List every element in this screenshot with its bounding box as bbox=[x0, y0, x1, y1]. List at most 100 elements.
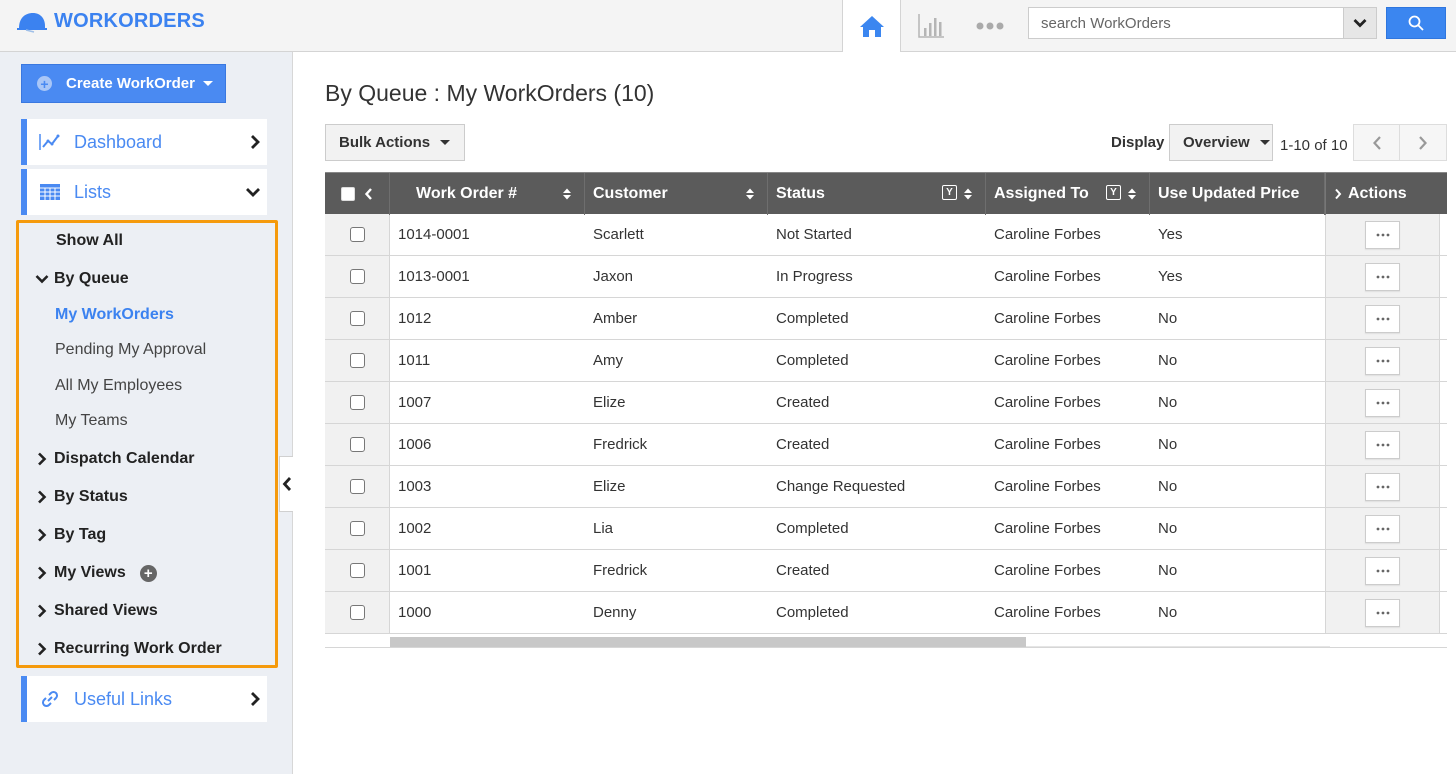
sort-icon[interactable] bbox=[745, 187, 755, 201]
sidebar-item-dashboard[interactable]: Dashboard bbox=[21, 119, 267, 165]
bulk-actions-button[interactable]: Bulk Actions bbox=[325, 124, 465, 161]
filter-icon[interactable]: Y bbox=[942, 185, 957, 200]
cell-work-order[interactable]: 1012 bbox=[390, 298, 585, 339]
sidebar-item-lists[interactable]: Lists bbox=[21, 169, 267, 215]
table-row[interactable]: 1000 Denny Completed Caroline Forbes No bbox=[325, 592, 1447, 634]
chevron-down-icon bbox=[35, 274, 49, 284]
row-actions-button[interactable] bbox=[1365, 514, 1400, 543]
top-bar: WORKORDERS bbox=[0, 0, 1456, 52]
cell-work-order[interactable]: 1007 bbox=[390, 382, 585, 423]
sort-icon[interactable] bbox=[963, 187, 973, 201]
tab-home[interactable] bbox=[842, 0, 901, 52]
column-header-actions[interactable]: Actions bbox=[1325, 173, 1440, 215]
row-checkbox[interactable] bbox=[349, 521, 365, 536]
table-row[interactable]: 1006 Fredrick Created Caroline Forbes No bbox=[325, 424, 1447, 466]
row-checkbox[interactable] bbox=[349, 269, 365, 284]
use-updated-price-value: No bbox=[1158, 520, 1178, 537]
row-actions-button[interactable] bbox=[1365, 346, 1400, 375]
prev-page-button[interactable] bbox=[1353, 124, 1400, 161]
row-checkbox[interactable] bbox=[349, 311, 365, 326]
cell-work-order[interactable]: 1013-0001 bbox=[390, 256, 585, 297]
table-row[interactable]: 1012 Amber Completed Caroline Forbes No bbox=[325, 298, 1447, 340]
create-workorder-button[interactable]: + Create WorkOrder bbox=[21, 64, 226, 103]
cell-work-order[interactable]: 1006 bbox=[390, 424, 585, 465]
customer-name: Fredrick bbox=[593, 562, 648, 579]
chevron-left-icon[interactable] bbox=[364, 187, 373, 201]
sidebar-collapse-button[interactable] bbox=[279, 456, 293, 512]
row-actions-button[interactable] bbox=[1365, 304, 1400, 333]
list-by-queue[interactable]: By Queue bbox=[35, 270, 129, 288]
row-checkbox[interactable] bbox=[349, 353, 365, 368]
select-all-checkbox[interactable] bbox=[341, 187, 355, 201]
list-group-label: By Status bbox=[54, 488, 128, 505]
column-header-customer[interactable]: Customer bbox=[585, 173, 768, 215]
row-checkbox[interactable] bbox=[349, 395, 365, 410]
search-input[interactable] bbox=[1028, 7, 1343, 39]
table-row[interactable]: 1014-0001 Scarlett Not Started Caroline … bbox=[325, 214, 1447, 256]
row-checkbox[interactable] bbox=[349, 563, 365, 578]
cell-work-order[interactable]: 1014-0001 bbox=[390, 214, 585, 255]
search-button[interactable] bbox=[1386, 7, 1446, 39]
chevron-right-icon[interactable] bbox=[1334, 188, 1342, 200]
row-actions-button[interactable] bbox=[1365, 556, 1400, 585]
row-checkbox[interactable] bbox=[349, 227, 365, 242]
tab-reports[interactable] bbox=[901, 0, 960, 51]
column-header-assigned-to[interactable]: Assigned To Y bbox=[986, 173, 1150, 215]
table-row[interactable]: 1007 Elize Created Caroline Forbes No bbox=[325, 382, 1447, 424]
list-my-workorders[interactable]: My WorkOrders bbox=[55, 306, 174, 324]
table-row[interactable]: 1011 Amy Completed Caroline Forbes No bbox=[325, 340, 1447, 382]
filter-icon[interactable]: Y bbox=[1106, 185, 1121, 200]
row-actions-button[interactable] bbox=[1365, 430, 1400, 459]
row-checkbox[interactable] bbox=[349, 605, 365, 620]
display-mode-dropdown[interactable]: Overview bbox=[1169, 124, 1273, 161]
column-header-status[interactable]: Status Y bbox=[768, 173, 986, 215]
table-row[interactable]: 1003 Elize Change Requested Caroline For… bbox=[325, 466, 1447, 508]
sort-icon[interactable] bbox=[1127, 187, 1137, 201]
list-show-all[interactable]: Show All bbox=[56, 232, 123, 250]
column-label: Assigned To bbox=[994, 185, 1089, 202]
column-header-use-updated-price[interactable]: Use Updated Price bbox=[1150, 173, 1325, 215]
cell-status: Created bbox=[768, 424, 986, 465]
cell-customer: Denny bbox=[585, 592, 768, 633]
cell-status: Completed bbox=[768, 508, 986, 549]
cell-work-order[interactable]: 1002 bbox=[390, 508, 585, 549]
row-actions-button[interactable] bbox=[1365, 472, 1400, 501]
row-actions-button[interactable] bbox=[1365, 388, 1400, 417]
cell-use-updated-price: No bbox=[1150, 508, 1325, 549]
horizontal-scrollbar[interactable] bbox=[390, 636, 1330, 647]
list-shared-views[interactable]: Shared Views bbox=[38, 602, 158, 620]
table-row[interactable]: 1001 Fredrick Created Caroline Forbes No bbox=[325, 550, 1447, 592]
list-all-my-employees[interactable]: All My Employees bbox=[55, 377, 182, 395]
tab-more[interactable] bbox=[960, 0, 1019, 51]
list-by-tag[interactable]: By Tag bbox=[38, 526, 106, 544]
scrollbar-thumb[interactable] bbox=[390, 637, 1026, 647]
search-filter-dropdown[interactable] bbox=[1343, 7, 1377, 39]
sort-icon[interactable] bbox=[562, 187, 572, 201]
list-my-teams[interactable]: My Teams bbox=[55, 412, 128, 430]
cell-status: Completed bbox=[768, 592, 986, 633]
cell-work-order[interactable]: 1011 bbox=[390, 340, 585, 381]
row-actions-button[interactable] bbox=[1365, 262, 1400, 291]
cell-actions bbox=[1325, 256, 1440, 297]
column-header-work-order[interactable]: Work Order # bbox=[390, 173, 585, 215]
list-recurring-work-order[interactable]: Recurring Work Order bbox=[38, 640, 222, 658]
row-checkbox[interactable] bbox=[349, 437, 365, 452]
next-page-button[interactable] bbox=[1400, 124, 1447, 161]
table-row[interactable]: 1013-0001 Jaxon In Progress Caroline For… bbox=[325, 256, 1447, 298]
add-view-icon[interactable]: + bbox=[139, 564, 157, 582]
row-actions-button[interactable] bbox=[1365, 220, 1400, 249]
app-logo[interactable]: WORKORDERS bbox=[16, 10, 205, 33]
table-row[interactable]: 1002 Lia Completed Caroline Forbes No bbox=[325, 508, 1447, 550]
work-order-number: 1007 bbox=[398, 394, 432, 411]
cell-work-order[interactable]: 1000 bbox=[390, 592, 585, 633]
cell-work-order[interactable]: 1003 bbox=[390, 466, 585, 507]
work-order-number: 1001 bbox=[398, 562, 432, 579]
row-actions-button[interactable] bbox=[1365, 598, 1400, 627]
list-pending-my-approval[interactable]: Pending My Approval bbox=[55, 341, 206, 359]
list-by-status[interactable]: By Status bbox=[38, 488, 128, 506]
list-dispatch-calendar[interactable]: Dispatch Calendar bbox=[38, 450, 194, 468]
sidebar-item-useful-links[interactable]: Useful Links bbox=[21, 676, 267, 722]
row-checkbox[interactable] bbox=[349, 479, 365, 494]
list-my-views[interactable]: My Views + bbox=[38, 564, 157, 582]
cell-work-order[interactable]: 1001 bbox=[390, 550, 585, 591]
